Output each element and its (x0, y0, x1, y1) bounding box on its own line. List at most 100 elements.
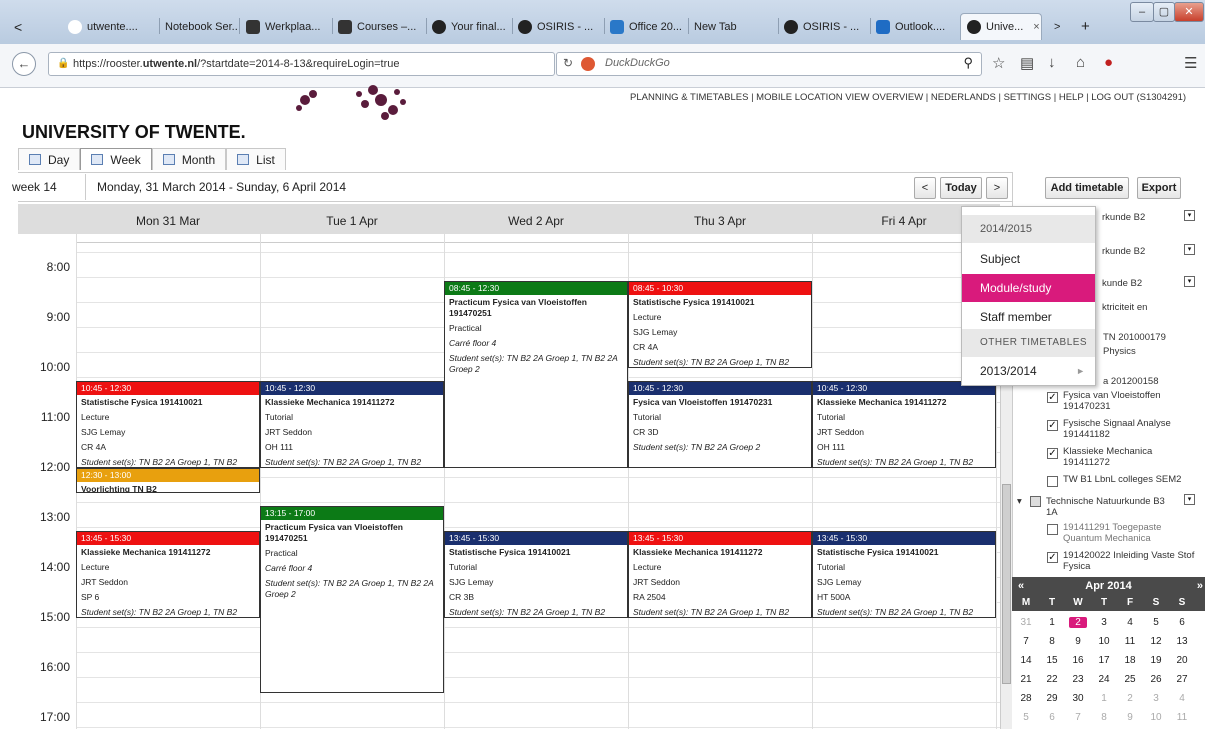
expand-toggle[interactable]: ▾ (1184, 210, 1195, 221)
calendar-day[interactable]: 13 (1173, 636, 1191, 647)
calendar-day[interactable]: 8 (1043, 636, 1061, 647)
subject-checkbox[interactable] (1047, 476, 1058, 487)
calendar-day[interactable]: 20 (1173, 655, 1191, 666)
calendar-day[interactable]: 19 (1147, 655, 1165, 666)
tab-list[interactable]: List (226, 148, 286, 170)
calendar-day[interactable]: 26 (1147, 674, 1165, 685)
today-button[interactable]: Today (940, 177, 982, 199)
timetable-item[interactable]: TN 201000179 (1103, 332, 1201, 343)
timetable-item[interactable]: Physics (1103, 346, 1201, 357)
tab-month[interactable]: Month (151, 148, 227, 170)
top-links[interactable]: PLANNING & TIMETABLES | MOBILE LOCATION … (630, 92, 1186, 103)
dropdown-item-module-study-programme[interactable]: Module/study programme (962, 274, 1095, 323)
calendar-event[interactable]: 10:45 - 12:30 Fysica van Vloeistoffen 191… (628, 380, 812, 468)
calendar-day[interactable]: 4 (1173, 693, 1191, 704)
calendar-day[interactable]: 24 (1095, 674, 1113, 685)
expand-toggle[interactable]: ▾ (1184, 276, 1195, 287)
calendar-day[interactable]: 14 (1017, 655, 1035, 666)
calendar-day[interactable]: 23 (1069, 674, 1087, 685)
subject-label[interactable]: Klassieke Mechanica 191411272 (1063, 446, 1193, 468)
calendar-day[interactable]: 3 (1147, 693, 1165, 704)
calendar-day[interactable]: 2 (1121, 693, 1139, 704)
calendar-day[interactable]: 21 (1017, 674, 1035, 685)
calendar-day[interactable]: 28 (1017, 693, 1035, 704)
tab-close-icon[interactable]: × (1033, 21, 1039, 33)
calendar-day[interactable]: 18 (1121, 655, 1139, 666)
search-icon[interactable]: ⚲ (963, 55, 973, 71)
calendar-day[interactable]: 10 (1147, 712, 1165, 723)
group-checkbox[interactable] (1030, 496, 1041, 507)
subject-checkbox[interactable]: ✓ (1047, 420, 1058, 431)
calendar-day[interactable]: 29 (1043, 693, 1061, 704)
tab-notebook-ser-[interactable]: Notebook Ser... (159, 13, 237, 40)
calendar-day[interactable]: 1 (1095, 693, 1113, 704)
calendar-day[interactable]: 15 (1043, 655, 1061, 666)
calendar-event[interactable]: 10:45 - 12:30 Statistische Fysica 1914100… (76, 380, 260, 468)
calendar-day[interactable]: 25 (1121, 674, 1139, 685)
calendar-day[interactable]: 1 (1043, 617, 1061, 628)
calendar-day[interactable]: 11 (1121, 636, 1139, 647)
tab-courses-[interactable]: Courses –... (332, 13, 424, 40)
minimize-button[interactable]: – (1130, 2, 1154, 22)
tab-overflow-icon[interactable]: > (1048, 13, 1068, 40)
tab-week[interactable]: Week (80, 148, 152, 170)
calendar-event[interactable]: 13:15 - 17:00 Practicum Fysica van Vloeis… (260, 505, 444, 693)
home-icon[interactable]: ⌂ (1076, 54, 1085, 71)
back-tab-arrow[interactable]: < (8, 13, 34, 40)
reading-list-icon[interactable]: ▤ (1020, 54, 1034, 72)
calendar-day[interactable]: 22 (1043, 674, 1061, 685)
download-icon[interactable]: ↓ (1048, 54, 1056, 71)
menu-icon[interactable]: ☰ (1184, 54, 1197, 72)
calendar-event[interactable]: 08:45 - 12:30 Practicum Fysica van Vloeis… (444, 280, 628, 468)
maximize-button[interactable]: ▢ (1153, 2, 1175, 22)
calendar-prev-button[interactable]: « (1018, 577, 1024, 595)
tab-new-tab[interactable]: New Tab (688, 13, 776, 40)
calendar-event[interactable]: 10:45 - 12:30 Klassieke Mechanica 1914112… (812, 380, 996, 468)
tab-werkplaa-[interactable]: Werkplaa... (240, 13, 330, 40)
calendar-day[interactable]: 9 (1121, 712, 1139, 723)
calendar-event[interactable]: 12:30 - 13:00 Voorlichting TN B2 (76, 468, 260, 493)
subject-label[interactable]: 191420022 Inleiding Vaste Stof Fysica (1063, 550, 1198, 572)
calendar-next-button[interactable]: » (1197, 577, 1203, 595)
calendar-day[interactable]: 8 (1095, 712, 1113, 723)
expand-toggle[interactable]: ▾ (1184, 494, 1195, 505)
scrollbar-thumb[interactable] (1002, 484, 1011, 684)
calendar-day[interactable]: 30 (1069, 693, 1087, 704)
calendar-event[interactable]: 13:45 - 15:30 Statistische Fysica 1914100… (812, 530, 996, 618)
tab-osiris-[interactable]: OSIRIS - ... (512, 13, 602, 40)
calendar-event[interactable]: 13:45 - 15:30 Klassieke Mechanica 1914112… (76, 530, 260, 618)
calendar-day[interactable]: 17 (1095, 655, 1113, 666)
close-window-button[interactable]: ✕ (1174, 2, 1204, 22)
calendar-day[interactable]: 31 (1017, 617, 1035, 628)
timetable-item[interactable]: ktriciteit en (1102, 302, 1200, 313)
calendar-day[interactable]: 5 (1147, 617, 1165, 628)
subject-checkbox[interactable]: ✓ (1047, 392, 1058, 403)
reload-icon[interactable]: ↻ (563, 56, 573, 70)
calendar-event[interactable]: 10:45 - 12:30 Klassieke Mechanica 1914112… (260, 380, 444, 468)
star-icon[interactable]: ☆ (992, 54, 1005, 72)
dropdown-item-2013-2014[interactable]: 2013/2014 ► (962, 357, 1095, 385)
dropdown-item-staff-member[interactable]: Staff member (962, 303, 1095, 331)
tab-your-final-[interactable]: Your final... (426, 13, 510, 40)
calendar-day[interactable]: 10 (1095, 636, 1113, 647)
tab-unive-[interactable]: Unive... × (960, 13, 1042, 40)
tab-osiris-[interactable]: OSIRIS - ... (778, 13, 868, 40)
calendar-day[interactable]: 11 (1173, 712, 1191, 723)
calendar-event[interactable]: 13:45 - 15:30 Statistische Fysica 1914100… (444, 530, 628, 618)
subject-label[interactable]: Fysica van Vloeistoffen 191470231 (1063, 390, 1193, 412)
calendar-day[interactable]: 3 (1095, 617, 1113, 628)
expand-toggle[interactable]: ▾ (1184, 244, 1195, 255)
search-bar[interactable]: ↻ DuckDuckGo ⚲ (556, 52, 982, 76)
calendar-day[interactable]: 9 (1069, 636, 1087, 647)
timetable-item[interactable]: a 201200158 (1103, 376, 1201, 387)
calendar-day[interactable]: 6 (1173, 617, 1191, 628)
calendar-event[interactable]: 13:45 - 15:30 Klassieke Mechanica 1914112… (628, 530, 812, 618)
tab-utwente-[interactable]: utwente.... (62, 13, 157, 40)
adblock-icon[interactable]: ● (1104, 54, 1113, 71)
dropdown-item-subject[interactable]: Subject (962, 245, 1095, 273)
subject-checkbox[interactable]: ✓ (1047, 552, 1058, 563)
subject-label[interactable]: TW B1 LbnL colleges SEM2 (1063, 474, 1193, 485)
subject-label[interactable]: 191411291 Toegepaste Quantum Mechanica (1063, 522, 1198, 544)
collapse-icon[interactable]: ▾ (1017, 496, 1022, 507)
back-button[interactable]: ← (12, 52, 36, 76)
